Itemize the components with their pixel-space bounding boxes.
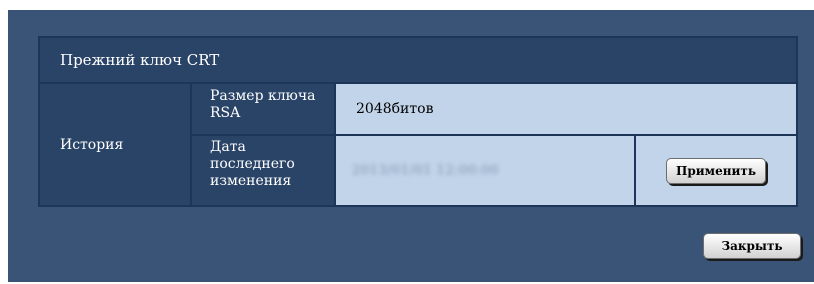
last-modified-label: Дата последнего изменения — [192, 136, 334, 205]
rsa-key-size-value: 2048битов — [336, 84, 796, 134]
apply-button[interactable]: Применить — [666, 157, 766, 184]
apply-cell: Применить — [636, 136, 796, 205]
history-label-text: История — [60, 136, 124, 153]
previous-crt-key-panel: Прежний ключ CRT История Размер ключа RS… — [38, 36, 798, 207]
dialog: Прежний ключ CRT История Размер ключа RS… — [8, 10, 814, 282]
last-modified-value-text: 2013/01/01 12:00:00 — [352, 163, 499, 178]
close-button[interactable]: Закрыть — [703, 233, 801, 259]
history-label: История — [40, 84, 190, 205]
last-modified-value: 2013/01/01 12:00:00 — [336, 136, 634, 205]
rsa-key-size-value-text: 2048битов — [356, 101, 434, 117]
rsa-key-size-label: Размер ключа RSA — [192, 84, 334, 134]
panel-title: Прежний ключ CRT — [40, 38, 796, 82]
